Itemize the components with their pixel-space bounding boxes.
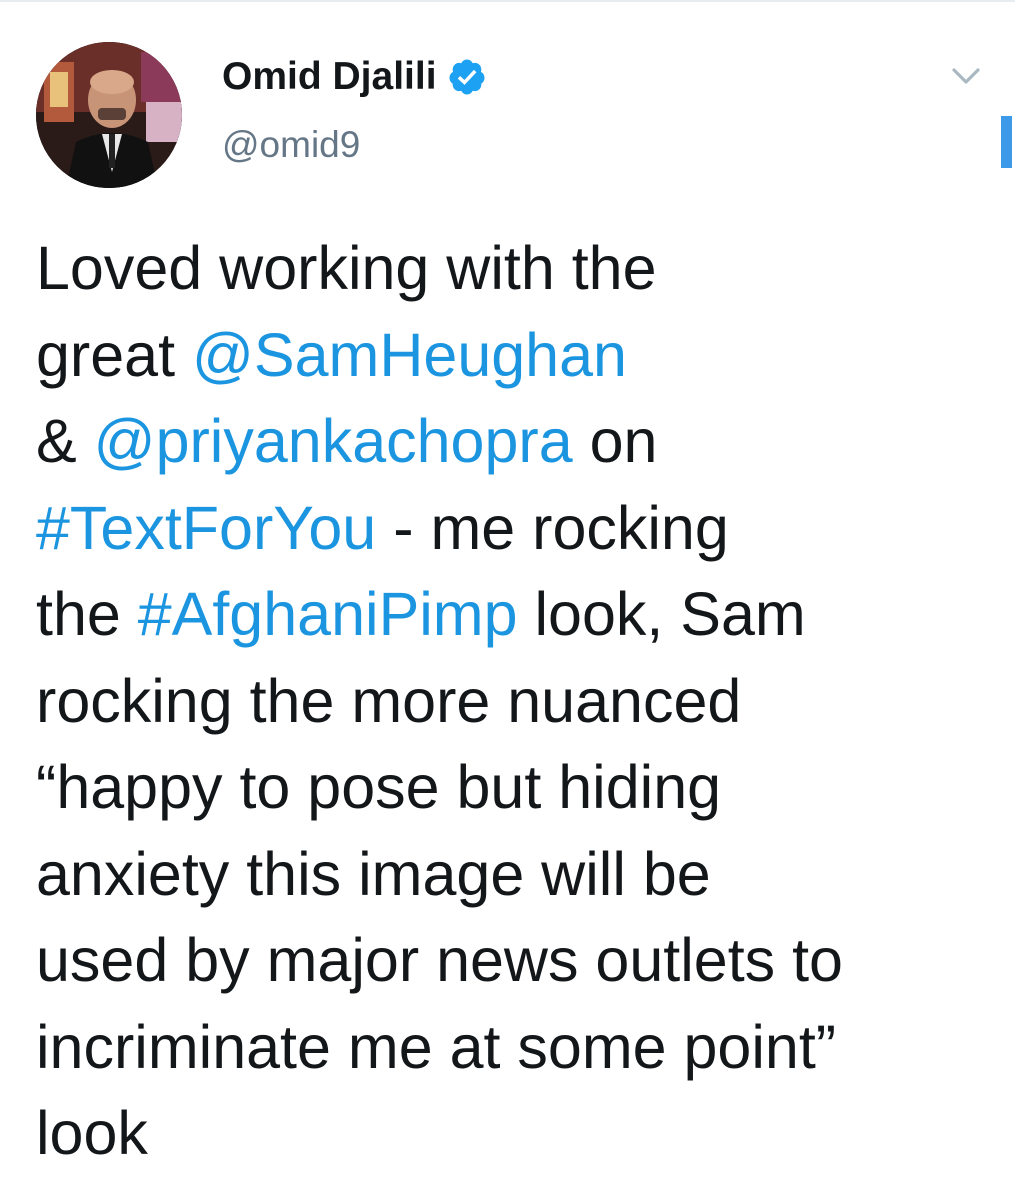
- hashtag-link[interactable]: #TextForYou: [36, 494, 376, 562]
- tweet-line: #TextForYou - me rocking: [36, 485, 1006, 572]
- tweet-text-segment: used by major news outlets to: [36, 926, 843, 994]
- author-name-row[interactable]: Omid Djalili: [222, 52, 487, 102]
- tweet-line: used by major news outlets to: [36, 917, 1006, 1004]
- avatar[interactable]: [36, 42, 182, 188]
- tweet-line: incriminate me at some point”: [36, 1004, 1006, 1091]
- mention-link[interactable]: @priyankachopra: [94, 407, 573, 475]
- tweet-line: Loved working with the: [36, 225, 1006, 312]
- tweet-line: look: [36, 1090, 1006, 1177]
- tweet-text-segment: on: [572, 407, 658, 475]
- tweet-line: the #AfghaniPimp look, Sam: [36, 571, 1006, 658]
- tweet-line: anxiety this image will be: [36, 831, 1006, 918]
- tweet-line: “happy to pose but hiding: [36, 744, 1006, 831]
- mention-link[interactable]: @SamHeughan: [192, 321, 627, 389]
- tweet-text-segment: great: [36, 320, 192, 389]
- tweet-text-segment: rocking the more nuanced: [36, 666, 742, 735]
- tweet-text-segment: look: [36, 1099, 148, 1167]
- tweet-line: rocking the more nuanced: [36, 658, 1006, 745]
- tweet-text-segment: the: [36, 580, 138, 648]
- avatar-photo: [36, 42, 182, 188]
- tweet-text: Loved working with the great @SamHeughan &…: [36, 225, 1006, 1177]
- user-handle[interactable]: @omid9: [222, 124, 360, 166]
- tweet-text-segment: Loved working with the: [36, 234, 657, 302]
- tweet-text-segment: incriminate me at some point”: [36, 1012, 837, 1081]
- tweet-text-segment: - me rocking: [376, 493, 729, 562]
- display-name[interactable]: Omid Djalili: [222, 55, 437, 99]
- tweet-text-segment: anxiety this image will be: [36, 839, 711, 908]
- tweet-line: & @priyankachopra on: [36, 398, 1006, 485]
- scrollbar[interactable]: [1001, 116, 1012, 168]
- chevron-down-icon[interactable]: [946, 60, 986, 92]
- top-divider: [0, 0, 1015, 2]
- tweet-text-segment: &: [36, 407, 94, 475]
- tweet-line: great @SamHeughan: [36, 312, 1006, 399]
- verified-badge-icon: [447, 57, 487, 97]
- hashtag-link[interactable]: #AfghaniPimp: [138, 580, 518, 648]
- tweet-text-segment: look, Sam: [517, 580, 806, 648]
- tweet-text-segment: “happy to pose but hiding: [36, 753, 722, 821]
